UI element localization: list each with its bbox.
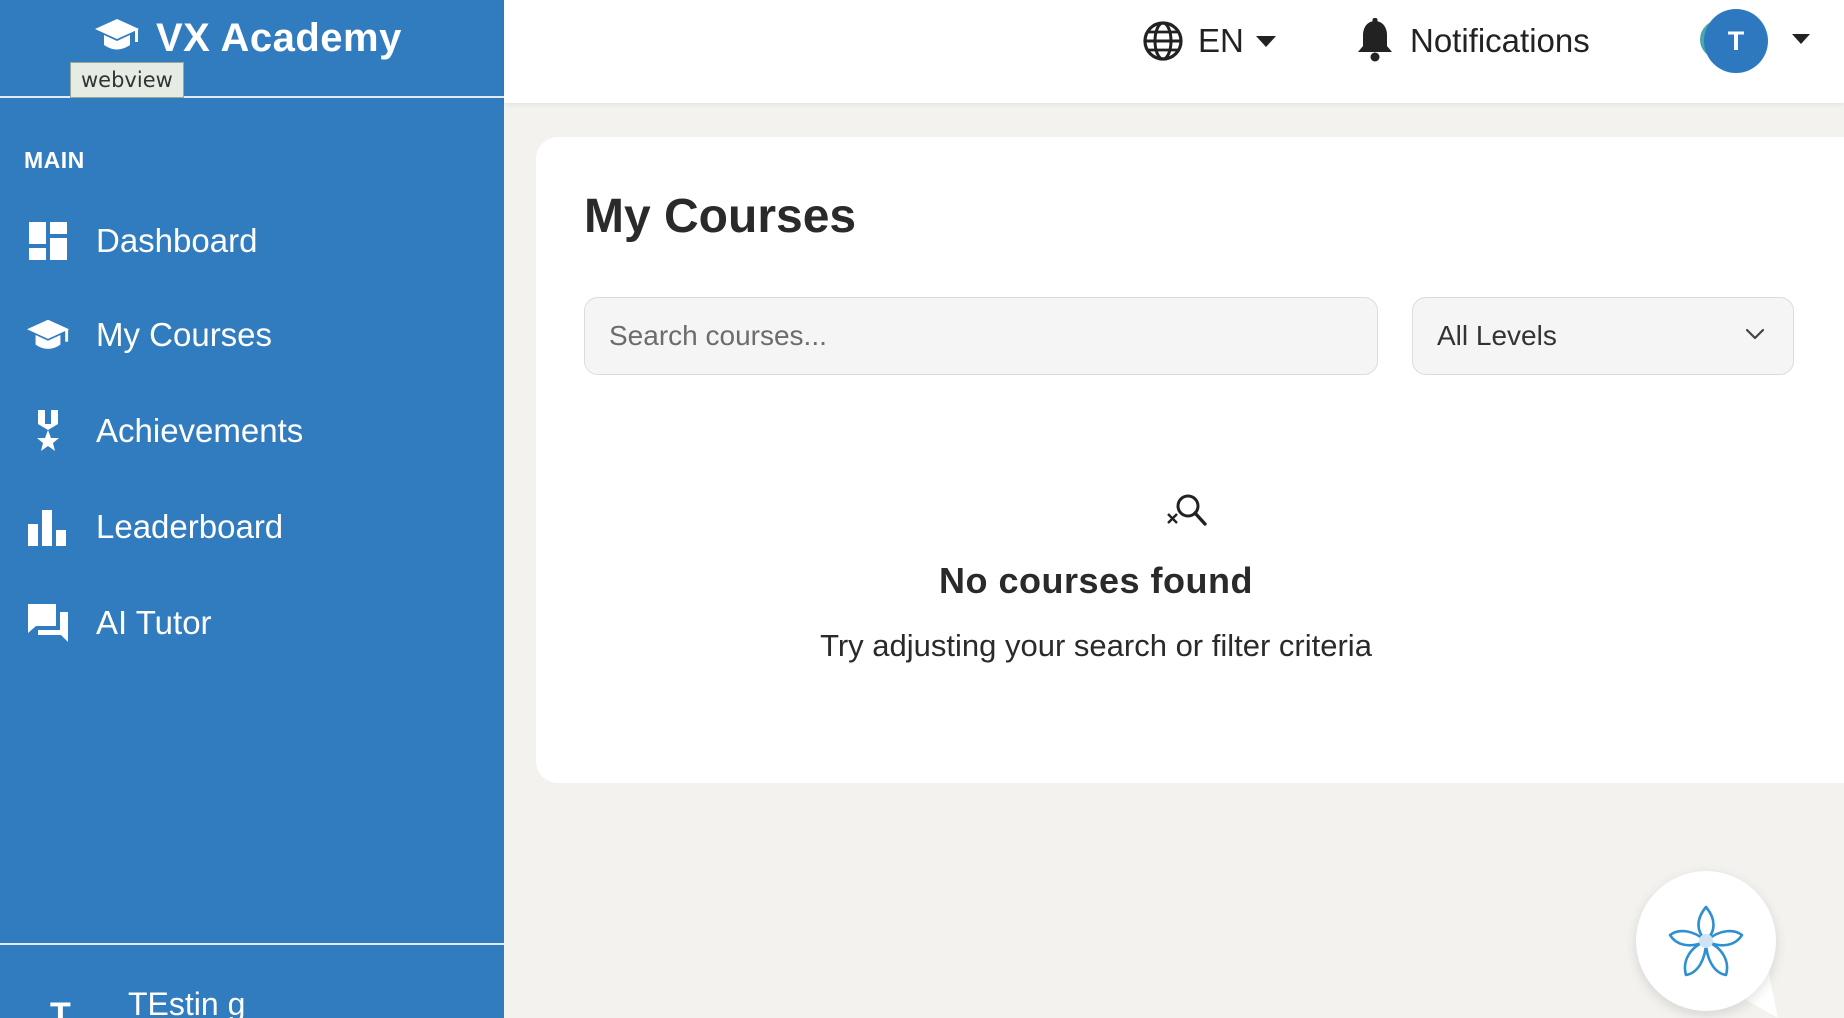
empty-state-message: Try adjusting your search or filter crit… — [820, 628, 1372, 663]
sidebar-item-my-courses[interactable]: My Courses — [0, 294, 504, 374]
empty-state-title: No courses found — [938, 560, 1254, 601]
courses-card: My Courses All Levels No courses found T… — [536, 137, 1844, 783]
medal-icon — [37, 410, 59, 451]
level-filter-value: All Levels — [1437, 320, 1557, 351]
dashboard-icon — [29, 222, 67, 260]
level-filter-select[interactable]: All Levels — [1412, 297, 1794, 375]
sidebar-item-ai-tutor[interactable]: AI Tutor — [0, 582, 504, 662]
chevron-down-icon — [1745, 328, 1765, 340]
bell-icon — [1358, 18, 1392, 62]
brand[interactable]: VX Academy webview — [0, 0, 504, 98]
lotus-logo-icon — [1668, 905, 1744, 977]
footer-user-name[interactable]: TEstin g — [128, 984, 245, 1018]
language-label: EN — [1198, 22, 1244, 59]
brand-title: VX Academy — [156, 16, 402, 60]
user-avatar[interactable]: T — [1704, 9, 1768, 73]
caret-down-icon[interactable] — [1792, 34, 1810, 45]
sidebar-item-label: My Courses — [96, 316, 273, 353]
footer-avatar[interactable]: T — [50, 995, 71, 1018]
sidebar-item-leaderboard[interactable]: Leaderboard — [0, 486, 504, 566]
sidebar: VX Academy webview MAIN Dashboard My Cou… — [0, 0, 504, 1018]
sidebar-item-label: AI Tutor — [96, 604, 212, 641]
assistant-chat-button[interactable] — [1636, 871, 1776, 1011]
sidebar-item-label: Leaderboard — [96, 508, 284, 545]
webview-tooltip: webview — [70, 62, 184, 98]
sidebar-item-dashboard[interactable]: Dashboard — [0, 200, 504, 280]
search-off-icon — [1167, 494, 1207, 526]
section-label-main: MAIN — [24, 147, 85, 173]
sidebar-footer-divider — [0, 943, 504, 945]
sidebar-item-label: Achievements — [96, 412, 304, 449]
search-input[interactable] — [584, 297, 1378, 375]
notifications-label: Notifications — [1410, 22, 1590, 59]
sidebar-item-label: Dashboard — [96, 222, 258, 259]
caret-down-icon — [1256, 36, 1276, 47]
page-title: My Courses — [584, 190, 857, 243]
globe-icon — [1143, 21, 1183, 61]
sidebar-item-achievements[interactable]: Achievements — [0, 390, 504, 470]
graduation-cap-icon — [95, 19, 139, 50]
chat-icon — [28, 604, 68, 642]
top-bar: EN Notifications 3 T — [504, 0, 1844, 103]
graduation-cap-icon — [26, 319, 70, 349]
bar-chart-icon — [28, 510, 66, 546]
